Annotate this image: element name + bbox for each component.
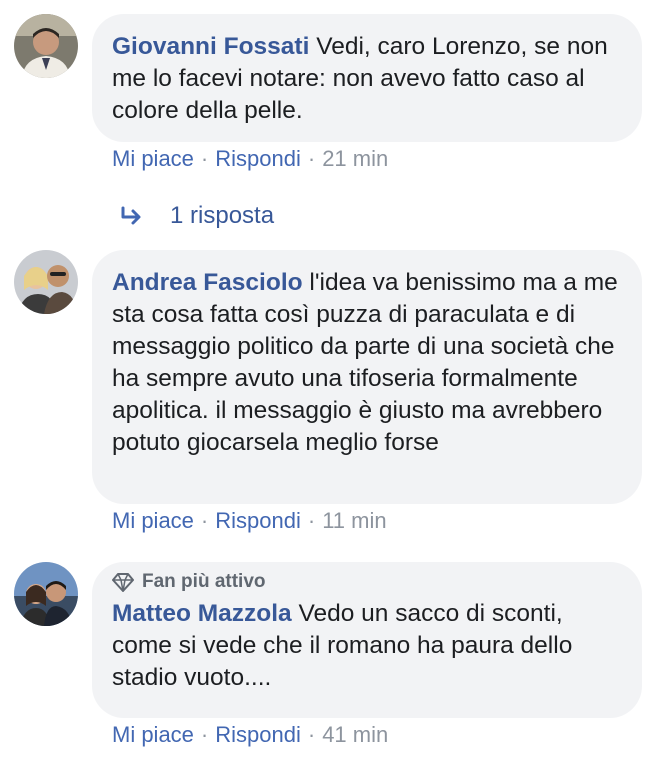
reply-arrow-icon — [121, 206, 141, 225]
avatar-photo — [14, 14, 78, 78]
comment-bubble: Giovanni Fossati Vedi, caro Lorenzo, se … — [92, 14, 642, 142]
top-fan-label: Fan più attivo — [142, 571, 266, 592]
separator-dot: · — [200, 146, 209, 171]
comment-author[interactable]: Andrea Fasciolo — [112, 269, 303, 296]
avatar[interactable] — [14, 562, 78, 626]
comment-author[interactable]: Giovanni Fossati — [112, 33, 309, 60]
top-fan-badge: Fan più attivo — [112, 570, 620, 594]
like-link[interactable]: Mi piace — [112, 146, 194, 172]
separator-dot: · — [307, 146, 316, 171]
reply-link[interactable]: Rispondi — [215, 508, 301, 534]
comment-text: l'idea va benissimo ma a me sta cosa fat… — [112, 269, 618, 456]
avatar-photo — [14, 250, 78, 314]
diamond-icon — [112, 573, 134, 592]
comment-actions: Mi piace · Rispondi · 21 min — [112, 146, 388, 172]
avatar[interactable] — [14, 250, 78, 314]
reply-link[interactable]: Rispondi — [215, 722, 301, 748]
comment-timestamp[interactable]: 21 min — [322, 146, 388, 172]
separator-dot: · — [307, 722, 316, 747]
avatar-photo — [14, 562, 78, 626]
view-replies-link[interactable]: 1 risposta — [120, 202, 274, 230]
like-link[interactable]: Mi piace — [112, 722, 194, 748]
comment-timestamp[interactable]: 41 min — [322, 722, 388, 748]
comment-actions: Mi piace · Rispondi · 11 min — [112, 508, 387, 534]
replies-count-label[interactable]: 1 risposta — [170, 202, 274, 230]
reply-link[interactable]: Rispondi — [215, 146, 301, 172]
separator-dot: · — [307, 508, 316, 533]
separator-dot: · — [200, 508, 209, 533]
avatar[interactable] — [14, 14, 78, 78]
separator-dot: · — [200, 722, 209, 747]
like-link[interactable]: Mi piace — [112, 508, 194, 534]
comment-bubble: Andrea Fasciolo l'idea va benissimo ma a… — [92, 250, 642, 504]
comment-timestamp[interactable]: 11 min — [322, 508, 386, 534]
comment-author[interactable]: Matteo Mazzola — [112, 600, 292, 627]
comment-actions: Mi piace · Rispondi · 41 min — [112, 722, 388, 748]
comment-bubble: Fan più attivo Matteo Mazzola Vedo un sa… — [92, 562, 642, 718]
